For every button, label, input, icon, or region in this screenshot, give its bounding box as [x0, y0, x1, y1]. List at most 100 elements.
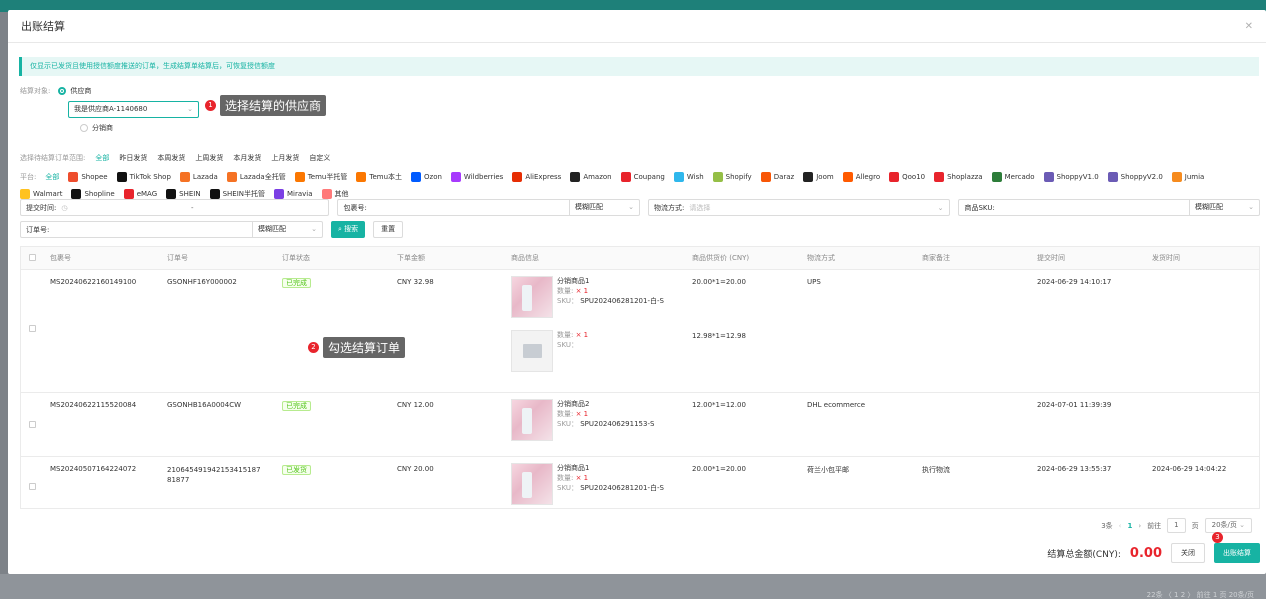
platform-item[interactable]: ShoppyV2.0	[1107, 172, 1163, 182]
next-page-icon[interactable]: ›	[1138, 522, 1141, 530]
scope-last-month[interactable]: 上月发货	[271, 153, 299, 163]
page-number[interactable]: 1	[1127, 522, 1132, 530]
scope-custom[interactable]: 自定义	[309, 153, 330, 163]
platform-item[interactable]: Walmart	[20, 189, 62, 199]
date-separator: -	[191, 203, 194, 212]
package-match-select[interactable]: 模糊匹配 ⌄	[568, 200, 639, 215]
row-checkbox[interactable]	[29, 483, 36, 490]
platform-item[interactable]: SHEIN半托管	[209, 189, 265, 199]
platform-item[interactable]: Allegro	[842, 172, 880, 182]
logistics-method: 荷兰小包平邮	[807, 466, 849, 474]
platform-item[interactable]: Amazon	[570, 172, 612, 182]
platform-item[interactable]: Joom	[803, 172, 834, 182]
supplier-select[interactable]: 我是供应商A-1140680 ⌄	[68, 101, 199, 118]
platform-item[interactable]: Shopee	[68, 172, 108, 182]
product-name[interactable]: 分销商品1	[557, 276, 664, 286]
platform-item[interactable]: Wildberries	[450, 172, 503, 182]
platform-item[interactable]: AliExpress	[512, 172, 561, 182]
product-name[interactable]: 分销商品2	[557, 399, 654, 409]
platform-item[interactable]: ShoppyV1.0	[1043, 172, 1099, 182]
order-amount: CNY 12.00	[397, 401, 434, 409]
product-sku-field[interactable]: 商品SKU: 模糊匹配 ⌄	[958, 199, 1260, 216]
close-icon[interactable]: ✕	[1245, 21, 1253, 32]
platform-label-text: Temu本土	[369, 173, 403, 181]
callout-text: 勾选结算订单	[323, 337, 406, 358]
platform-item[interactable]: Qoo10	[889, 172, 925, 182]
order-scope-row: 选择待结算订单范围: 全部 昨日发货 本周发货 上周发货 本月发货 上月发货 自…	[20, 153, 330, 163]
other-icon	[321, 189, 332, 199]
sku-match-select[interactable]: 模糊匹配 ⌄	[1188, 200, 1259, 215]
distributor-radio[interactable]: 分销商	[80, 123, 113, 133]
ozon-icon	[411, 172, 422, 182]
platform-item[interactable]: Shopify	[712, 172, 752, 182]
close-button[interactable]: 关闭	[1171, 543, 1205, 563]
scope-last-week[interactable]: 上周发货	[195, 153, 223, 163]
match-mode-value: 模糊匹配	[258, 225, 286, 233]
platform-item[interactable]: Mercado	[991, 172, 1035, 182]
table-row[interactable]: MS20240622115520084 GSONHB16A0004CW 已完成 …	[21, 393, 1259, 457]
table-row[interactable]: MS20240507164224072 21064549194215341518…	[21, 457, 1259, 508]
qty-label: 数量:	[557, 474, 574, 482]
platform-label-text: Coupang	[633, 173, 665, 181]
platform-item[interactable]: 其他	[321, 189, 349, 199]
scope-yesterday[interactable]: 昨日发货	[119, 153, 147, 163]
supplier-radio[interactable]: 供应商	[58, 86, 91, 96]
platform-item[interactable]: Jumia	[1171, 172, 1204, 182]
scope-this-month[interactable]: 本月发货	[233, 153, 261, 163]
platform-label-text: Lazada全托管	[239, 173, 286, 181]
reset-button[interactable]: 重置	[373, 221, 404, 238]
chevron-down-icon: ⌄	[628, 203, 634, 211]
background-pager: 22条 〈 1 2 〉 前往 1 页 20条/页	[1146, 591, 1254, 599]
platform-label-text: Joom	[816, 173, 834, 181]
search-button[interactable]: ⌕ 搜索	[331, 221, 366, 238]
sku-value: SPU202406291153-S	[580, 420, 655, 428]
platform-item[interactable]: Wish	[673, 172, 704, 182]
qty-value: × 1	[575, 331, 589, 339]
row-checkbox[interactable]	[29, 325, 36, 332]
platform-item[interactable]: eMAG	[123, 189, 157, 199]
product-name[interactable]: 分销商品1	[557, 463, 664, 473]
order-match-select[interactable]: 模糊匹配 ⌄	[252, 222, 322, 237]
submit-time-range[interactable]: 提交时间: ◷ -	[20, 199, 330, 216]
platform-item[interactable]: SHEIN	[166, 189, 201, 199]
select-all-checkbox[interactable]	[29, 253, 36, 261]
distributor-radio-label: 分销商	[92, 124, 113, 132]
logistics-method: UPS	[807, 278, 821, 286]
platform-item[interactable]: Miravia	[274, 189, 313, 199]
table-row[interactable]: MS20240622160149100 GSONHF16Y000002 已完成 …	[21, 270, 1259, 393]
product-thumbnail[interactable]	[511, 276, 553, 318]
platform-item[interactable]: Lazada	[179, 172, 218, 182]
sku-value: SPU202406281201-白-S	[580, 297, 664, 305]
prev-page-icon[interactable]: ‹	[1119, 522, 1122, 530]
platform-label-text: Qoo10	[902, 173, 926, 181]
platform-item[interactable]: TikTok Shop	[116, 172, 171, 182]
goto-page-input[interactable]: 1	[1167, 518, 1186, 533]
shoppy-icon	[1043, 172, 1054, 182]
row-checkbox[interactable]	[29, 421, 36, 428]
header-order: 订单号	[167, 254, 188, 262]
platform-item[interactable]: Shopline	[71, 189, 115, 199]
product-thumbnail[interactable]	[511, 399, 553, 441]
platform-item[interactable]: 全部	[45, 172, 59, 182]
page-size-select[interactable]: 20条/页 ⌄	[1204, 518, 1252, 533]
scope-all[interactable]: 全部	[95, 153, 109, 163]
shoppy-icon	[1107, 172, 1118, 182]
supplier-select-value: 我是供应商A-1140680	[74, 105, 148, 113]
platform-item[interactable]: Coupang	[620, 172, 665, 182]
platform-label-text: Temu半托管	[307, 173, 348, 181]
platform-item[interactable]: Lazada全托管	[226, 172, 286, 182]
shopline-icon	[71, 189, 82, 199]
order-no: GSONHF16Y000002	[167, 278, 237, 286]
platform-label-text: Shoplazza	[947, 173, 983, 181]
platform-item[interactable]: Temu半托管	[294, 172, 348, 182]
platform-item[interactable]: Daraz	[760, 172, 794, 182]
product-thumbnail[interactable]	[511, 463, 553, 505]
logistics-select[interactable]: 物流方式: 请选择 ⌄	[647, 199, 951, 216]
settle-button[interactable]: 3 出账结算	[1212, 532, 1260, 563]
scope-this-week[interactable]: 本周发货	[157, 153, 185, 163]
order-no-field[interactable]: 订单号: 模糊匹配 ⌄	[20, 221, 323, 238]
platform-item[interactable]: Shoplazza	[934, 172, 983, 182]
platform-item[interactable]: Ozon	[411, 172, 442, 182]
platform-item[interactable]: Temu本土	[356, 172, 402, 182]
package-no-field[interactable]: 包裹号: 模糊匹配 ⌄	[337, 199, 640, 216]
